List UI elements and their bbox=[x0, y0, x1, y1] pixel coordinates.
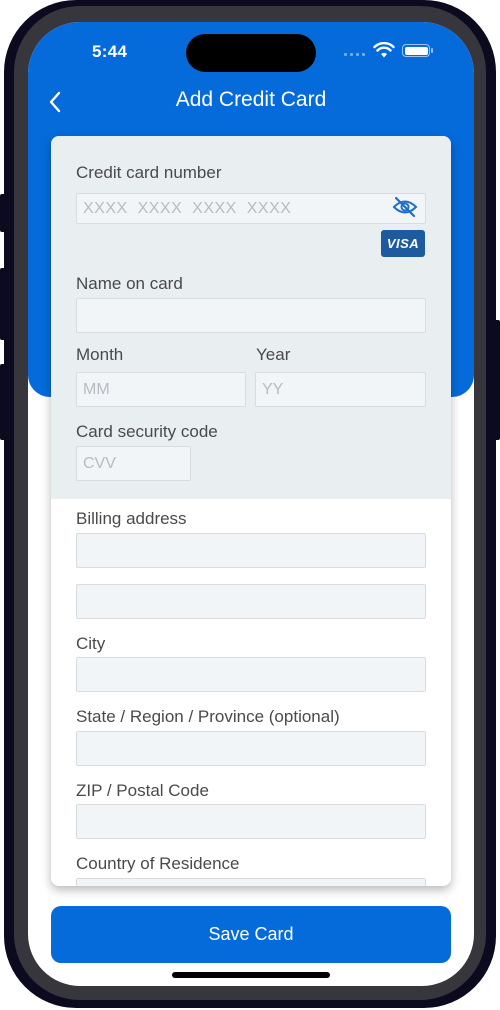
zip-label: ZIP / Postal Code bbox=[76, 781, 209, 800]
state-input[interactable] bbox=[76, 731, 426, 766]
wifi-icon bbox=[373, 42, 395, 58]
status-bar: 5:44 bbox=[28, 22, 474, 82]
cvv-input[interactable] bbox=[76, 446, 191, 481]
credit-card-form: Credit card number VISA Name on card Mon… bbox=[51, 136, 451, 886]
state-label: State / Region / Province (optional) bbox=[76, 707, 340, 726]
billing-address-label: Billing address bbox=[76, 509, 187, 528]
year-input[interactable] bbox=[255, 372, 426, 407]
city-input[interactable] bbox=[76, 657, 426, 692]
navigation-bar: Add Credit Card bbox=[28, 82, 474, 122]
month-label: Month bbox=[76, 345, 124, 364]
home-indicator[interactable] bbox=[172, 972, 330, 978]
zip-input[interactable] bbox=[76, 804, 426, 839]
dynamic-island bbox=[186, 34, 316, 72]
battery-icon bbox=[402, 44, 433, 57]
card-number-input[interactable] bbox=[76, 193, 426, 224]
visa-card-brand-icon: VISA bbox=[381, 230, 425, 257]
volume-down-button bbox=[0, 364, 6, 440]
power-button bbox=[494, 320, 500, 440]
name-on-card-label: Name on card bbox=[76, 274, 183, 293]
screen: 5:44 Add Credit Card Credit card number … bbox=[28, 22, 474, 986]
country-label: Country of Residence bbox=[76, 854, 240, 873]
month-input[interactable] bbox=[76, 372, 246, 407]
billing-address-line1-input[interactable] bbox=[76, 533, 426, 568]
security-code-label: Card security code bbox=[76, 422, 218, 441]
billing-address-line2-input[interactable] bbox=[76, 584, 426, 619]
cellular-signal-icon bbox=[344, 53, 365, 56]
name-on-card-input[interactable] bbox=[76, 298, 426, 333]
volume-up-button bbox=[0, 268, 6, 340]
page-title: Add Credit Card bbox=[175, 88, 327, 111]
city-label: City bbox=[76, 634, 106, 653]
status-time: 5:44 bbox=[92, 42, 128, 61]
year-label: Year bbox=[256, 345, 291, 364]
save-card-button[interactable]: Save Card bbox=[51, 906, 451, 963]
action-button bbox=[0, 194, 6, 232]
card-number-label: Credit card number bbox=[76, 163, 222, 182]
hide-eye-icon[interactable] bbox=[392, 196, 418, 218]
country-input[interactable] bbox=[76, 878, 426, 886]
